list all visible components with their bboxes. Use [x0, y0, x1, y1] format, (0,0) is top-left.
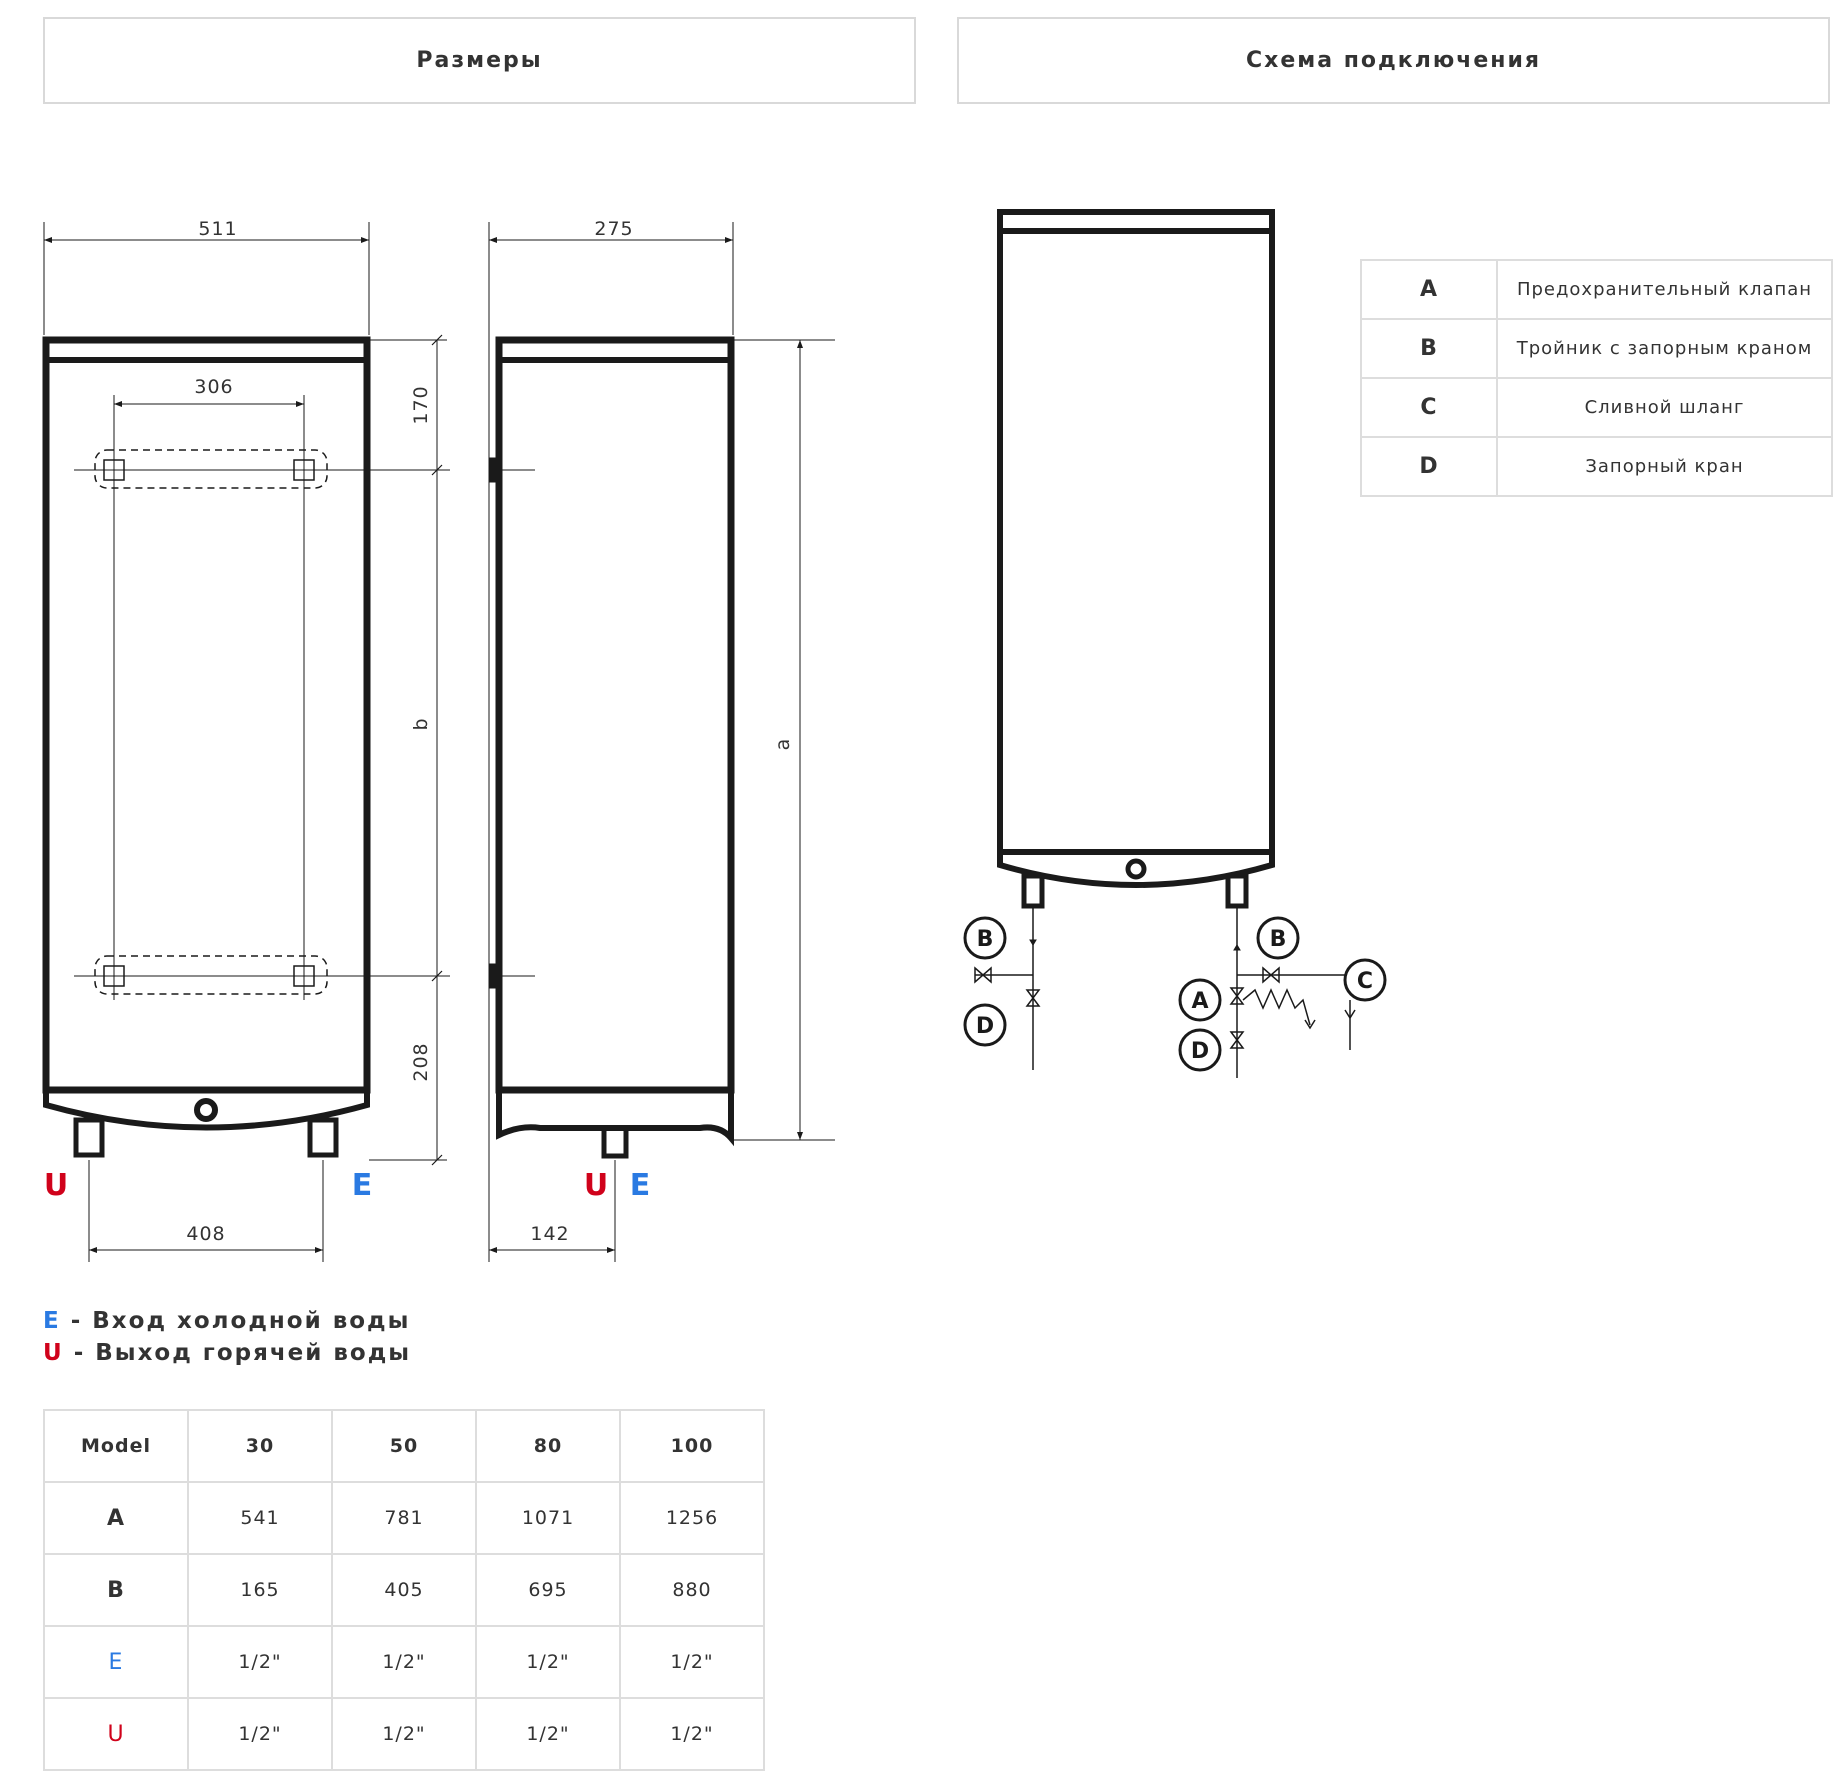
table-cell: 1/2"	[619, 1625, 765, 1699]
side-hot-label: U	[584, 1168, 608, 1203]
table-row: E 1/2" 1/2" 1/2" 1/2"	[43, 1625, 765, 1699]
table-row-key: A	[43, 1481, 189, 1555]
schema-label-d-left: D	[976, 1014, 994, 1039]
legend-value: Запорный кран	[1496, 436, 1833, 497]
legend-hot-text: - Выход горячей воды	[63, 1340, 412, 1366]
table-cell: 1/2"	[475, 1697, 621, 1771]
table-cell: 1/2"	[331, 1625, 477, 1699]
table-header-cell: 50	[331, 1409, 477, 1483]
table-cell: 165	[187, 1553, 333, 1627]
table-cell: 695	[475, 1553, 621, 1627]
legend-cold-text: - Вход холодной воды	[60, 1308, 411, 1334]
dim-a: a	[772, 738, 794, 751]
schema-label-a: A	[1191, 989, 1208, 1014]
connection-legend-table: A Предохранительный клапан B Тройник с з…	[1360, 259, 1833, 497]
dim-pipe-offset: 142	[530, 1223, 569, 1245]
table-row: B Тройник с запорным краном	[1360, 318, 1833, 379]
dim-pipe-spacing: 408	[186, 1223, 225, 1245]
table-cell: 1/2"	[475, 1625, 621, 1699]
legend-key: D	[1360, 436, 1498, 497]
table-cell: 880	[619, 1553, 765, 1627]
table-header-cell: Model	[43, 1409, 189, 1483]
legend-value: Сливной шланг	[1496, 377, 1833, 438]
table-cell: 405	[331, 1553, 477, 1627]
table-row: C Сливной шланг	[1360, 377, 1833, 438]
legend-key: C	[1360, 377, 1498, 438]
dim-top-offset: 170	[410, 385, 432, 424]
table-cell: 1256	[619, 1481, 765, 1555]
table-header-row: Model 30 50 80 100	[43, 1409, 765, 1483]
table-row-key: E	[43, 1625, 189, 1699]
legend-key: B	[1360, 318, 1498, 379]
table-row-key: U	[43, 1697, 189, 1771]
table-header-cell: 80	[475, 1409, 621, 1483]
legend-cold: E - Вход холодной воды	[43, 1308, 410, 1334]
legend-hot: U - Выход горячей воды	[43, 1340, 411, 1366]
table-cell: 1071	[475, 1481, 621, 1555]
table-header-cell: 100	[619, 1409, 765, 1483]
legend-value: Предохранительный клапан	[1496, 259, 1833, 320]
dim-depth: 275	[594, 218, 633, 240]
legend-cold-key: E	[43, 1308, 61, 1334]
dim-bottom-offset: 208	[410, 1042, 432, 1081]
table-header-cell: 30	[187, 1409, 333, 1483]
cold-inlet-label: E	[352, 1168, 373, 1203]
schema-label-b-left: B	[977, 927, 994, 952]
front-view	[42, 222, 450, 1262]
schema-label-d-right: D	[1191, 1039, 1209, 1064]
connection-scheme	[963, 209, 1387, 1078]
table-cell: 1/2"	[187, 1625, 333, 1699]
table-row: A Предохранительный клапан	[1360, 259, 1833, 320]
legend-hot-key: U	[43, 1340, 64, 1366]
dim-b: b	[410, 717, 432, 730]
legend-key: A	[1360, 259, 1498, 320]
table-row: A 541 781 1071 1256	[43, 1481, 765, 1555]
dim-mount-spacing: 306	[194, 376, 233, 398]
table-row-key: B	[43, 1553, 189, 1627]
table-row: B 165 405 695 880	[43, 1553, 765, 1627]
hot-outlet-label: U	[44, 1168, 68, 1203]
table-cell: 1/2"	[331, 1697, 477, 1771]
dim-width: 511	[198, 218, 237, 240]
legend-value: Тройник с запорным краном	[1496, 318, 1833, 379]
table-row: D Запорный кран	[1360, 436, 1833, 497]
table-row: U 1/2" 1/2" 1/2" 1/2"	[43, 1697, 765, 1771]
table-cell: 1/2"	[619, 1697, 765, 1771]
table-cell: 541	[187, 1481, 333, 1555]
schema-label-c: C	[1357, 969, 1373, 994]
model-dimensions-table: Model 30 50 80 100 A 541 781 1071 1256 B…	[43, 1409, 765, 1771]
table-cell: 1/2"	[187, 1697, 333, 1771]
table-cell: 781	[331, 1481, 477, 1555]
side-cold-label: E	[630, 1168, 651, 1203]
schema-label-b-right: B	[1270, 927, 1287, 952]
